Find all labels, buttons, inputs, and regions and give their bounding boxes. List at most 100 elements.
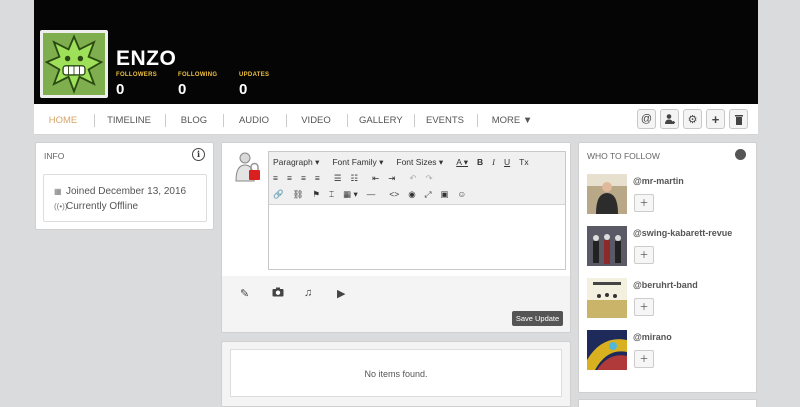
delete-button[interactable] [729,109,748,129]
underline-icon[interactable]: U [504,157,510,167]
settings-button[interactable]: ⚙ [683,109,702,129]
user-lock-icon [235,152,260,182]
tab-gallery[interactable]: GALLERY [359,104,403,135]
italic-icon[interactable]: I [492,157,495,167]
tab-video[interactable]: VIDEO [298,104,334,135]
add-user-icon [664,114,675,124]
info-box: ▦ Joined December 13, 2016 ((•))Currently… [43,174,207,222]
feed-panel: No items found. [221,341,571,407]
tab-home[interactable]: HOME [46,104,80,135]
mention-button[interactable]: @ [637,109,656,129]
align-left-icon[interactable]: ≡ [273,173,278,183]
align-justify-icon[interactable]: ≡ [315,173,320,183]
followers-count: 0 [116,81,125,98]
redo-icon[interactable]: ↷ [426,173,433,184]
undo-icon[interactable]: ↶ [409,173,416,184]
user-handle[interactable]: @swing-kabarett-revue [633,228,732,238]
clear-format-icon[interactable]: Tx [519,157,528,167]
unlink-icon[interactable]: ⛓ [293,189,304,200]
media-icon[interactable]: ▣ [440,189,448,200]
follow-user-button[interactable]: ＋ [634,194,654,212]
user-thumbnail[interactable] [587,226,627,266]
add-button[interactable]: + [706,109,725,129]
feed-empty-message: No items found. [230,349,562,397]
page-break-icon[interactable]: ⌶ [329,189,334,200]
music-icon[interactable]: ♫ [304,287,312,299]
updates-stat[interactable]: UPDATES 0 [239,72,269,98]
joined-line: ▦ Joined December 13, 2016 [54,186,186,197]
tab-more[interactable]: MORE ▼ [491,104,533,135]
updates-count: 0 [239,81,248,98]
composer-body: Paragraph ▾ Font Family ▾ Font Sizes ▾ A… [222,143,570,276]
online-status: Currently Offline [66,201,139,212]
follow-user-button[interactable]: ＋ [634,350,654,368]
profile-name: ENZO [116,47,177,70]
info-panel: INFO i ▦ Joined December 13, 2016 ((•))Cu… [35,142,214,230]
user-handle[interactable]: @mr-martin [633,176,684,186]
tab-blog[interactable]: BLOG [178,104,210,135]
user-thumbnail[interactable] [587,330,627,370]
nav-divider [347,114,348,127]
followers-stat[interactable]: FOLLOWERS 0 [116,72,157,98]
nav-divider [477,114,478,127]
user-handle[interactable]: @beruhrt-band [633,280,698,290]
at-icon: @ [640,113,653,125]
next-panel-edge [578,399,757,407]
font-size-select[interactable]: Font Sizes ▾ [396,157,443,168]
info-title: INFO [44,151,65,161]
updates-label: UPDATES [239,72,270,78]
font-family-select[interactable]: Font Family ▾ [332,157,383,168]
user-handle[interactable]: @mirano [633,332,672,342]
horizontal-rule-icon[interactable]: — [367,189,376,199]
follow-user-button[interactable]: ＋ [634,246,654,264]
follow-user-button[interactable]: ＋ [634,298,654,316]
bold-icon[interactable]: B [477,157,483,167]
tab-audio[interactable]: AUDIO [235,104,273,135]
status-composer: Paragraph ▾ Font Family ▾ Font Sizes ▾ A… [221,142,571,333]
save-update-button[interactable]: Save Update [512,311,563,326]
following-label: FOLLOWING [178,72,218,78]
fullscreen-icon[interactable]: ⤢ [425,189,432,200]
following-stat[interactable]: FOLLOWING 0 [178,72,217,98]
paragraph-select[interactable]: Paragraph ▾ [273,157,319,168]
status-line: ((•))Currently Offline [54,201,138,212]
align-center-icon[interactable]: ≡ [287,173,292,183]
indent-icon[interactable]: ⇥ [388,173,395,184]
rich-text-editor[interactable]: Paragraph ▾ Font Family ▾ Font Sizes ▾ A… [268,151,566,270]
tab-timeline[interactable]: TIMELINE [106,104,152,135]
signal-icon: ((•)) [54,202,68,211]
text-color-icon[interactable]: A ▾ [456,157,468,168]
camera-icon[interactable] [272,287,284,300]
refresh-icon[interactable] [735,149,746,160]
numbered-list-icon[interactable]: ☷ [351,173,359,184]
editor-toolbar: Paragraph ▾ Font Family ▾ Font Sizes ▾ A… [269,152,565,205]
table-icon[interactable]: ▦ ▾ [343,189,358,200]
avatar-star-face-icon [43,33,105,95]
user-thumbnail[interactable] [587,174,627,214]
bookmark-icon[interactable]: ⚑ [312,189,320,200]
info-icon[interactable]: i [192,148,205,161]
pencil-icon[interactable]: ✎ [240,287,249,300]
outdent-icon[interactable]: ⇤ [372,173,379,184]
trash-icon [734,114,743,125]
code-icon[interactable]: <> [389,189,399,199]
play-icon[interactable]: ▶ [337,287,345,300]
preview-icon[interactable]: ◉ [408,189,415,200]
plus-icon: + [711,111,720,127]
nav-divider [414,114,415,127]
profile-avatar[interactable] [40,30,108,98]
emoji-icon[interactable]: ☺ [458,189,467,199]
following-count: 0 [178,81,187,98]
bullet-list-icon[interactable]: ☰ [334,173,342,184]
user-thumbnail[interactable] [587,278,627,318]
link-icon[interactable]: 🔗 [273,189,284,200]
nav-divider [286,114,287,127]
joined-date: Joined December 13, 2016 [66,186,187,197]
tab-events[interactable]: EVENTS [426,104,464,135]
align-right-icon[interactable]: ≡ [301,173,306,183]
who-to-follow-panel: WHO TO FOLLOW @mr-martin ＋ @swing-kabare… [578,142,757,393]
calendar-icon: ▦ [54,187,62,196]
nav-divider [165,114,166,127]
gear-icon: ⚙ [687,113,698,126]
follow-button[interactable] [660,109,679,129]
